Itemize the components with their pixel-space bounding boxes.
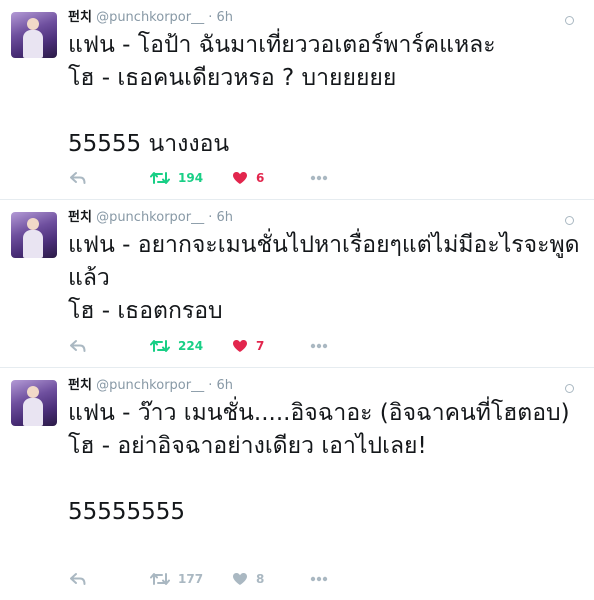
reply-button[interactable] <box>70 570 86 588</box>
tweet-actions: 224 7 <box>70 337 350 355</box>
reply-icon <box>70 171 86 185</box>
display-name[interactable]: 펀치 <box>68 378 92 393</box>
more-icon <box>310 343 328 349</box>
reply-icon <box>70 339 86 353</box>
tweet-header: 펀치 @punchkorpor__ · 6h <box>68 6 233 25</box>
reply-button[interactable] <box>70 169 86 187</box>
retweet-button[interactable]: 194 <box>150 169 203 187</box>
like-count: 7 <box>256 339 265 353</box>
reply-button[interactable] <box>70 337 86 355</box>
avatar[interactable] <box>11 212 57 258</box>
like-button[interactable]: 6 <box>232 169 264 187</box>
more-icon <box>310 175 328 181</box>
retweet-icon <box>150 171 170 185</box>
retweet-icon <box>150 339 170 353</box>
tweet[interactable]: 펀치 @punchkorpor__ · 6h แฟน - โอป้า ฉันมา… <box>0 0 594 200</box>
separator: · <box>208 210 213 225</box>
display-name[interactable]: 펀치 <box>68 10 92 25</box>
retweet-icon <box>150 572 170 586</box>
heart-icon <box>232 171 248 185</box>
separator: · <box>208 10 213 25</box>
caret-icon[interactable] <box>565 216 574 225</box>
tweet-text: แฟน - อยากจะเมนชั่นไปหาเรื่อยๆแต่ไม่มีอะ… <box>68 232 580 324</box>
tweet-text: แฟน - ว๊าว เมนชั่น.....อิจฉาอะ (อิจฉาคนท… <box>68 400 570 525</box>
tweet-text: แฟน - โอป้า ฉันมาเที่ยววอเตอร์พาร์คแหละ … <box>68 32 496 157</box>
tweet-actions: 177 8 <box>70 570 350 588</box>
more-icon <box>310 576 328 582</box>
separator: · <box>208 378 213 393</box>
like-button[interactable]: 7 <box>232 337 264 355</box>
retweet-button[interactable]: 224 <box>150 337 203 355</box>
retweet-count: 224 <box>178 339 204 353</box>
like-count: 6 <box>256 171 265 185</box>
tweet[interactable]: 펀치 @punchkorpor__ · 6h แฟน - อยากจะเมนชั… <box>0 200 594 368</box>
display-name[interactable]: 펀치 <box>68 210 92 225</box>
timestamp[interactable]: 6h <box>217 378 234 393</box>
retweet-count: 177 <box>178 572 204 586</box>
more-button[interactable] <box>310 337 328 355</box>
tweet-header: 펀치 @punchkorpor__ · 6h <box>68 374 233 393</box>
more-button[interactable] <box>310 570 328 588</box>
timestamp[interactable]: 6h <box>217 210 234 225</box>
username[interactable]: @punchkorpor__ <box>96 210 204 225</box>
tweet-header: 펀치 @punchkorpor__ · 6h <box>68 206 233 225</box>
caret-icon[interactable] <box>565 384 574 393</box>
heart-icon <box>232 572 248 586</box>
timestamp[interactable]: 6h <box>217 10 234 25</box>
caret-icon[interactable] <box>565 16 574 25</box>
like-button[interactable]: 8 <box>232 570 264 588</box>
like-count: 8 <box>256 572 265 586</box>
tweet-actions: 194 6 <box>70 169 350 187</box>
avatar[interactable] <box>11 380 57 426</box>
reply-icon <box>70 572 86 586</box>
username[interactable]: @punchkorpor__ <box>96 10 204 25</box>
tweet[interactable]: 펀치 @punchkorpor__ · 6h แฟน - ว๊าว เมนชั่… <box>0 368 594 600</box>
avatar[interactable] <box>11 12 57 58</box>
retweet-count: 194 <box>178 171 204 185</box>
more-button[interactable] <box>310 169 328 187</box>
username[interactable]: @punchkorpor__ <box>96 378 204 393</box>
retweet-button[interactable]: 177 <box>150 570 203 588</box>
heart-icon <box>232 339 248 353</box>
